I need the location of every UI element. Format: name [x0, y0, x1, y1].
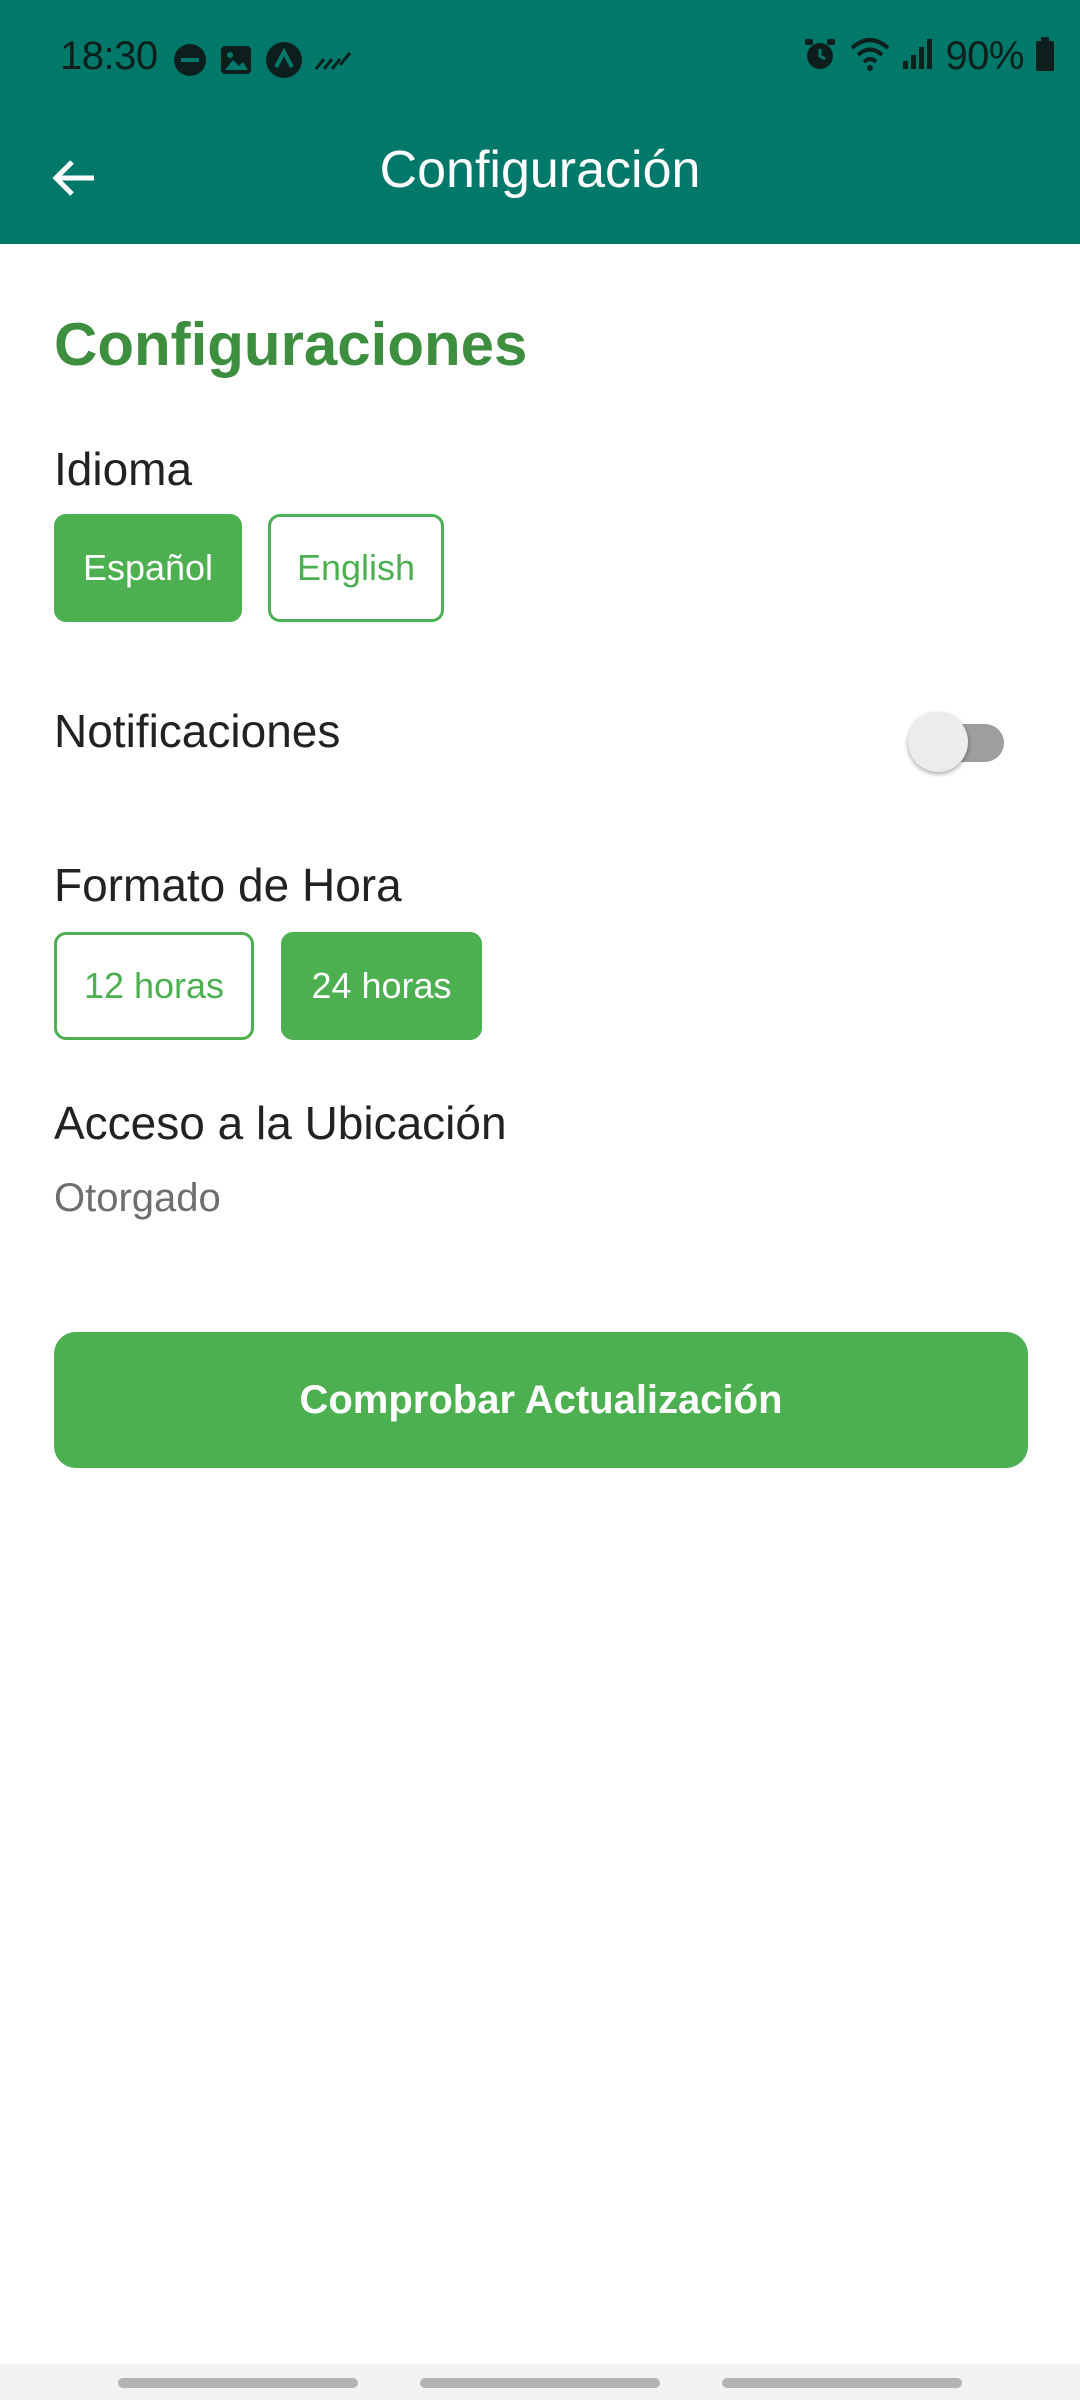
- status-icons-right: 90%: [801, 34, 1056, 79]
- nav-home-handle[interactable]: [420, 2378, 660, 2388]
- do-not-disturb-icon: [172, 42, 208, 83]
- location-access-status: Otorgado: [54, 1176, 221, 1220]
- alarm-icon: [801, 35, 839, 78]
- time-format-option-12h[interactable]: 12 horas: [54, 932, 254, 1040]
- time-format-option-24h[interactable]: 24 horas: [281, 932, 482, 1040]
- status-bar: 18:30 90%: [0, 0, 1080, 118]
- stylus-icon: [314, 45, 354, 80]
- nav-recents-handle[interactable]: [118, 2378, 358, 2388]
- system-nav-bar: [0, 2364, 1080, 2400]
- toggle-thumb: [908, 712, 968, 772]
- language-label: Idioma: [54, 443, 193, 495]
- battery-percent: 90%: [945, 34, 1024, 78]
- signal-icon: [901, 37, 935, 76]
- section-heading: Configuraciones: [54, 311, 528, 378]
- app-header: 18:30 90% Configuración: [0, 0, 1080, 244]
- location-access-label: Acceso a la Ubicación: [54, 1097, 507, 1149]
- language-option-english[interactable]: English: [268, 514, 444, 622]
- battery-icon: [1034, 36, 1056, 77]
- wifi-icon: [849, 36, 891, 77]
- time-format-label: Formato de Hora: [54, 859, 402, 911]
- check-update-button[interactable]: Comprobar Actualización: [54, 1332, 1028, 1468]
- app-icon: [264, 40, 304, 85]
- notifications-toggle[interactable]: [906, 710, 1016, 772]
- language-option-espanol[interactable]: Español: [54, 514, 242, 622]
- nav-back-handle[interactable]: [722, 2378, 962, 2388]
- status-time: 18:30: [60, 34, 158, 78]
- arrow-back-icon: [50, 154, 98, 207]
- page-title: Configuración: [379, 141, 701, 199]
- back-button[interactable]: [36, 142, 112, 218]
- image-icon: [218, 42, 254, 83]
- toolbar: Configuración: [0, 118, 1080, 244]
- status-icons-left: [172, 40, 354, 85]
- notifications-label: Notificaciones: [54, 705, 341, 757]
